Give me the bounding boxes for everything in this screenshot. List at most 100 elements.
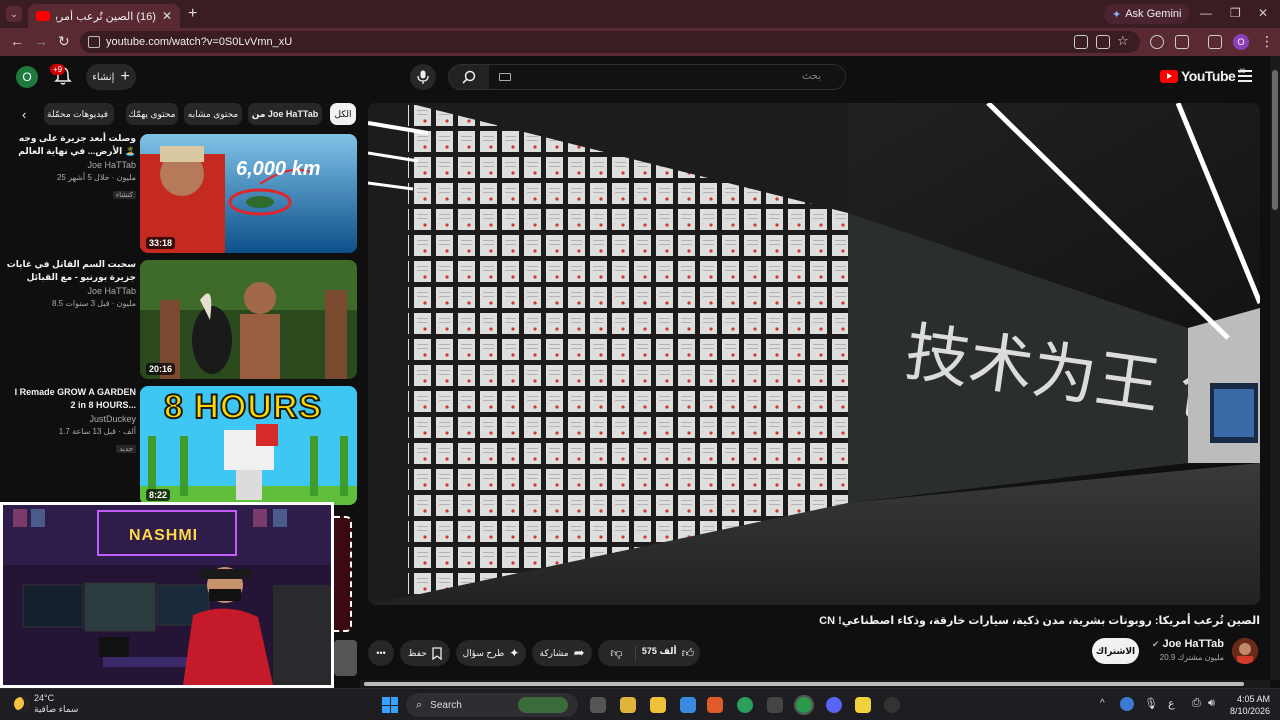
windows-start-icon[interactable]: [382, 697, 398, 713]
brave-icon[interactable]: [707, 697, 723, 713]
clock-date: 8/10/2026: [1229, 706, 1270, 716]
reading-list-icon[interactable]: [1208, 35, 1222, 49]
page-vertical-scrollbar[interactable]: [1270, 56, 1280, 680]
subscribe-button[interactable]: الاشتراك: [1092, 638, 1139, 664]
recommendation-title[interactable]: I Remade GROW A GARDEN 2 in 8 HOURS...: [8, 386, 136, 412]
app-icon[interactable]: [884, 697, 900, 713]
island-thumbnail-image: [140, 134, 357, 253]
save-button[interactable]: حفظ: [400, 640, 450, 666]
recommendation-channel[interactable]: Joe HaTTab: [6, 285, 136, 298]
tray-overflow-icon[interactable]: ^: [1100, 698, 1105, 709]
recommendation-info[interactable]: وصلت أبعد جزيرة على وجه الأرض... في نهاي…: [6, 132, 136, 202]
like-button[interactable]: 575 ألف 👍︎: [636, 646, 700, 661]
chip-recently-uploaded[interactable]: فيديوهات محمّلة حديثًا: [44, 103, 114, 125]
translate-icon[interactable]: [1074, 35, 1088, 49]
dislike-button[interactable]: 👎︎: [598, 645, 636, 661]
window-close-button[interactable]: ✕: [1258, 6, 1268, 20]
save-bookmark-icon: [432, 646, 442, 660]
recommendation-title[interactable]: سحبت السم القاتل في غابات جزيرة بورنيو -…: [6, 258, 136, 284]
search-button[interactable]: [449, 65, 489, 89]
tray-cloud-icon[interactable]: [1120, 697, 1134, 711]
taskbar-search[interactable]: ⌕ Search: [406, 693, 578, 717]
reload-icon[interactable]: ↻: [58, 33, 70, 50]
keyboard-icon[interactable]: [499, 73, 511, 81]
chrome-icon[interactable]: [737, 697, 753, 713]
extension-icon[interactable]: [1150, 35, 1164, 49]
recommendation-info[interactable]: I Remade GROW A GARDEN 2 in 8 HOURS... J…: [8, 386, 136, 456]
chip-from-channel[interactable]: من Joe HaTTab: [248, 103, 322, 125]
browser-tab-active[interactable]: (16) الصين تُرعب أمريكا: روبو ✕: [28, 4, 180, 28]
voice-search-button[interactable]: [410, 64, 436, 90]
search-icon: ⌕: [416, 698, 423, 711]
keyboard-language[interactable]: ع: [1168, 697, 1175, 710]
volume-icon[interactable]: 🔊︎: [1208, 697, 1215, 710]
file-explorer-icon[interactable]: [650, 697, 666, 713]
discord-icon[interactable]: [826, 697, 842, 713]
moon-weather-icon: [14, 697, 28, 711]
browser-menu-icon[interactable]: ⋮: [1260, 33, 1274, 50]
create-button[interactable]: إنشاء +: [86, 64, 136, 90]
ask-gemini-label: Ask Gemini: [1125, 8, 1182, 20]
copilot-icon[interactable]: [620, 697, 636, 713]
channel-avatar-image: [1232, 638, 1258, 664]
bookmark-star-icon[interactable]: ☆: [1117, 33, 1129, 49]
tray-mic-icon[interactable]: 🎙︎: [1144, 697, 1158, 710]
system-clock[interactable]: 4:05 AM 8/10/2026: [1224, 693, 1270, 717]
channel-avatar[interactable]: [1232, 638, 1258, 664]
streamer-webcam-overlay: NASHMI: [0, 502, 334, 688]
ask-question-button[interactable]: طرح سؤال ✦: [456, 640, 526, 666]
guide-menu-icon[interactable]: [1238, 70, 1252, 82]
save-label: حفظ: [408, 647, 427, 658]
account-avatar[interactable]: O: [16, 66, 38, 88]
search-input[interactable]: بحث: [489, 65, 845, 89]
recommendation-thumbnail[interactable]: 20:16: [140, 260, 357, 379]
plus-icon: +: [120, 68, 130, 85]
ask-gemini-button[interactable]: ✦ Ask Gemini: [1104, 4, 1190, 24]
chip-for-you[interactable]: محتوى يهمّك: [126, 103, 178, 125]
new-tab-button[interactable]: +: [188, 5, 197, 23]
forward-icon[interactable]: →: [34, 33, 48, 49]
app-icon[interactable]: [767, 697, 783, 713]
back-icon[interactable]: ←: [10, 33, 24, 49]
page-horizontal-scrollbar[interactable]: [360, 680, 1270, 688]
share-button[interactable]: مشاركة ➦: [532, 640, 592, 666]
chip-related[interactable]: محتوى مشابه: [184, 103, 242, 125]
scrollbar-thumb[interactable]: [364, 682, 1244, 686]
like-dislike-group: 👎︎ 575 ألف 👍︎: [598, 640, 700, 666]
more-actions-button[interactable]: •••: [368, 640, 394, 666]
window-maximize-button[interactable]: ❐: [1230, 6, 1241, 20]
recommendation-badge: كنشاء: [112, 191, 136, 199]
scrollbar-thumb[interactable]: [1272, 70, 1278, 210]
verified-check-icon: ✔: [1151, 639, 1160, 649]
weather-widget[interactable]: 24°C سماء صافية: [14, 693, 78, 715]
neon-sign-text: NASHMI: [129, 527, 199, 544]
tab-title: (16) الصين تُرعب أمريكا: روبو: [56, 10, 156, 23]
app-icon[interactable]: [855, 697, 871, 713]
recommendation-thumbnail[interactable]: 6,000 km 33:18: [140, 134, 357, 253]
install-app-icon[interactable]: [1096, 35, 1110, 49]
extensions-puzzle-icon[interactable]: [1175, 35, 1189, 49]
youtube-logo[interactable]: YouTube JO: [1160, 68, 1246, 84]
tab-close-icon[interactable]: ✕: [162, 9, 172, 23]
network-icon[interactable]: ⎙: [1192, 697, 1201, 710]
tab-search-button[interactable]: ⌄: [6, 6, 22, 22]
window-minimize-button[interactable]: —: [1200, 6, 1212, 20]
recommendation-title[interactable]: وصلت أبعد جزيرة على وجه الأرض... في نهاي…: [6, 132, 136, 158]
recommendation-thumbnail-partial[interactable]: [334, 516, 352, 632]
channel-name[interactable]: ✔ Joe HaTTab: [1152, 638, 1224, 650]
address-bar[interactable]: youtube.com/watch?v=0S0LvVmn_xU: [80, 31, 1140, 53]
recommendation-thumbnail[interactable]: 8 HOURS 8:22: [140, 386, 357, 505]
recommendation-info[interactable]: سحبت السم القاتل في غابات جزيرة بورنيو -…: [6, 258, 136, 310]
task-view-icon[interactable]: [590, 697, 606, 713]
recommendation-thumbnail-partial[interactable]: [334, 640, 357, 676]
recommendation-channel[interactable]: Joe HaTTab: [6, 159, 136, 172]
chrome-active-icon[interactable]: [794, 695, 814, 715]
site-info-icon[interactable]: [88, 36, 100, 48]
chip-all[interactable]: الكل: [330, 103, 356, 125]
browser-profile-avatar[interactable]: O: [1233, 34, 1249, 50]
chips-left-arrow-icon[interactable]: ‹: [22, 107, 26, 122]
recommendation-meta: 8.5 مليون · قبل 3 سنوات: [51, 299, 136, 308]
recommendation-channel[interactable]: JustDuckey: [8, 413, 136, 426]
video-player[interactable]: 技术为王 创新为本: [368, 103, 1260, 605]
store-icon[interactable]: [680, 697, 696, 713]
